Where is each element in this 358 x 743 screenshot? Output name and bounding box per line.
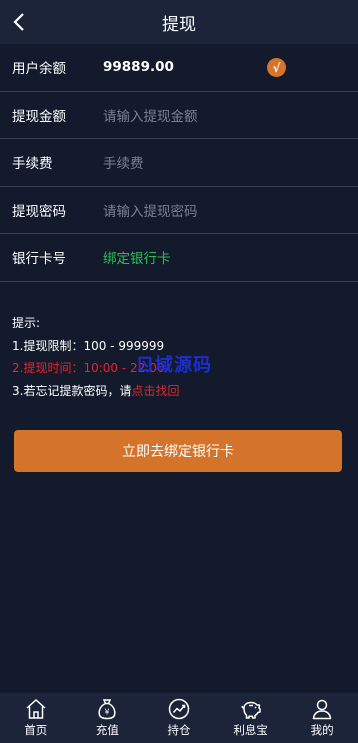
svg-text:¥: ¥	[105, 708, 110, 717]
user-icon	[312, 699, 332, 720]
amount-row[interactable]: 提现金额 请输入提现金额	[0, 92, 358, 139]
bank-label: 银行卡号	[12, 251, 66, 268]
home-icon	[26, 698, 46, 719]
tab-mine[interactable]: 我的	[286, 693, 358, 743]
password-input[interactable]: 请输入提现密码	[103, 200, 198, 220]
tips-title: 提示:	[12, 316, 41, 330]
bind-bank-card-button[interactable]: 立即去绑定银行卡	[14, 430, 342, 472]
bind-bank-card-link[interactable]: 绑定银行卡	[103, 247, 171, 267]
tips-password-text: 3.若忘记提款密码，请	[12, 383, 132, 398]
tab-interest-label: 利息宝	[233, 723, 268, 737]
tab-recharge[interactable]: ¥ 充值	[72, 693, 144, 743]
chart-icon	[168, 698, 190, 720]
header: 提现	[0, 0, 358, 44]
chevron-left-icon[interactable]	[8, 10, 30, 34]
fee-row: 手续费 手续费	[0, 139, 358, 187]
tips-password: 3.若忘记提款密码，请点击找回	[12, 380, 179, 403]
balance-value: 99889.00	[103, 59, 174, 76]
tab-home-label: 首页	[24, 723, 48, 737]
tab-recharge-label: 充值	[95, 723, 119, 737]
page-title: 提现	[162, 14, 196, 35]
amount-label: 提现金额	[12, 108, 66, 125]
password-label: 提现密码	[12, 203, 66, 220]
tab-bar: 首页 ¥ 充值 持仓 利息宝 我的	[0, 693, 358, 743]
piggy-bank-icon	[241, 701, 261, 719]
fee-label: 手续费	[12, 156, 53, 173]
tab-holdings[interactable]: 持仓	[143, 693, 215, 743]
tab-holdings-label: 持仓	[167, 723, 191, 737]
balance-row: 用户余额 99889.00 √	[0, 44, 358, 92]
amount-input[interactable]: 请输入提现金额	[103, 105, 198, 125]
tab-mine-label: 我的	[310, 723, 334, 737]
money-bag-icon: ¥	[98, 699, 116, 720]
tab-home[interactable]: 首页	[0, 693, 72, 743]
bank-row: 银行卡号 绑定银行卡	[0, 234, 358, 282]
fee-field: 手续费	[103, 156, 144, 173]
check-icon[interactable]: √	[267, 58, 286, 77]
password-row[interactable]: 提现密码 请输入提现密码	[0, 187, 358, 234]
withdraw-form: 用户余额 99889.00 √ 提现金额 请输入提现金额 手续费 手续费 提现密…	[0, 44, 358, 282]
recover-password-link[interactable]: 点击找回	[131, 384, 179, 398]
watermark: ㄖ域源码	[136, 355, 212, 376]
tab-interest[interactable]: 利息宝	[215, 693, 287, 743]
balance-label: 用户余额	[12, 61, 66, 78]
